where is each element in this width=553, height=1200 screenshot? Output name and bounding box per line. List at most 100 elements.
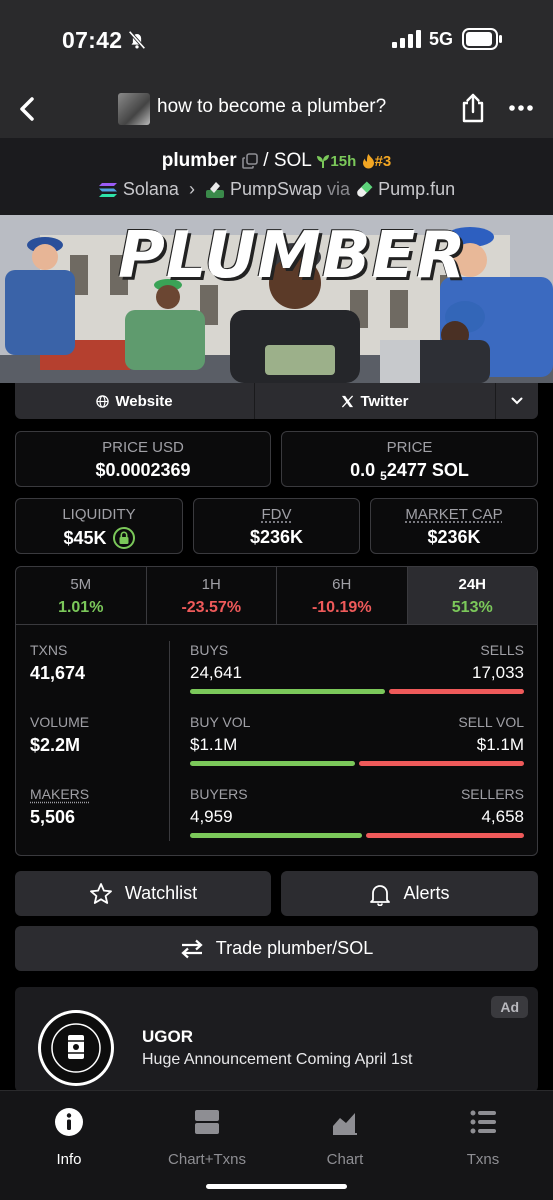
tab-chart-txns[interactable]: Chart+Txns [147, 1107, 267, 1168]
timeframe-change: -10.19% [311, 599, 372, 616]
price-zero-count: 5 [380, 469, 387, 483]
chain-name[interactable]: Solana [123, 179, 179, 199]
buys-label: BUYS [190, 642, 229, 658]
share-icon[interactable] [458, 92, 488, 124]
token-thumbnail [118, 93, 150, 125]
sells-label: SELLS [480, 642, 524, 658]
sellers-value: 4,658 [481, 807, 524, 826]
solana-icon [98, 183, 117, 198]
market-cap-card: MARKET CAP $236K [370, 498, 538, 554]
pair-age: 15h [330, 153, 357, 170]
trending-rank: #3 [374, 153, 392, 170]
trade-label: Trade plumber/SOL [215, 938, 374, 958]
fdv-card: FDV $236K [193, 498, 360, 554]
tab-chart[interactable]: Chart [285, 1107, 405, 1168]
alerts-button[interactable]: Alerts [281, 871, 538, 916]
stats-divider [169, 641, 170, 841]
market-cap-label[interactable]: MARKET CAP [371, 506, 537, 523]
chevron-left-icon [20, 97, 34, 121]
back-button[interactable] [12, 92, 42, 126]
launchpad-name[interactable]: Pump.fun [378, 179, 455, 199]
volume-stat: VOLUME $2.2M [30, 714, 160, 756]
fdv-label[interactable]: FDV [194, 506, 359, 523]
tab-24h[interactable]: 24H 513% [407, 567, 537, 624]
tab-label: Info [56, 1151, 82, 1168]
price-native-value: 0.0 52477 SOL [282, 460, 537, 483]
watchlist-button[interactable]: Watchlist [15, 871, 271, 916]
tab-info[interactable]: Info [9, 1107, 129, 1168]
home-indicator[interactable] [206, 1184, 347, 1189]
buy-vol-value: $1.1M [190, 735, 238, 754]
source-line: Solana › PumpSwap via Pump.fun [0, 179, 553, 200]
globe-icon [96, 394, 110, 408]
copy-icon[interactable] [242, 153, 258, 169]
twitter-label: Twitter [360, 392, 409, 410]
dex-name[interactable]: PumpSwap [230, 179, 322, 199]
fdv-value: $236K [249, 527, 304, 547]
price-usd-value: $0.0002369 [95, 460, 191, 480]
nav-title: how to become a plumber? [157, 96, 387, 117]
tab-5m[interactable]: 5M 1.01% [16, 567, 147, 624]
website-button[interactable]: Website [15, 383, 255, 419]
liquidity-value: $45K [63, 528, 107, 548]
twitter-button[interactable]: Twitter [255, 383, 496, 419]
ugor-logo [38, 1010, 114, 1086]
flame-icon [362, 153, 374, 169]
signal-icon [392, 30, 421, 48]
ad-card[interactable]: UGOR Huge Announcement Coming April 1st … [15, 987, 538, 1092]
tab-label: Txns [466, 1151, 500, 1168]
info-icon [55, 1108, 83, 1136]
bell-slash-icon [128, 30, 146, 50]
makers-stat: MAKERS 5,506 [30, 786, 160, 828]
star-icon [89, 882, 112, 904]
price-prefix: 0.0 [350, 460, 376, 480]
status-time: 07:42 [62, 27, 123, 53]
price-usd-card: PRICE USD $0.0002369 [15, 431, 271, 487]
tab-1h[interactable]: 1H -23.57% [147, 567, 277, 624]
buyers-sellers-bar [190, 833, 524, 838]
makers-label[interactable]: MAKERS [30, 786, 160, 802]
timeframe-change: 1.01% [58, 599, 104, 616]
x-logo-icon [342, 394, 354, 408]
volume-value: $2.2M [30, 735, 81, 755]
token-header: plumber / SOL 15h #3 Solana › PumpSwap v… [0, 138, 553, 215]
more-links-button[interactable] [496, 383, 538, 419]
ad-description: Huge Announcement Coming April 1st [142, 1051, 413, 1068]
trade-button[interactable]: Trade plumber/SOL [15, 926, 538, 971]
timeframe-label: 6H [332, 576, 352, 593]
watchlist-label: Watchlist [124, 883, 198, 903]
sell-vol-value: $1.1M [476, 735, 524, 754]
tab-6h[interactable]: 6H -10.19% [277, 567, 408, 624]
pair-line: plumber / SOL 15h #3 [0, 150, 553, 172]
buyers-sellers-stat: BUYERS SELLERS 4,959 4,658 [190, 786, 524, 838]
sellers-label: SELLERS [460, 786, 524, 802]
alerts-label: Alerts [403, 883, 450, 903]
tab-label: Chart [326, 1151, 364, 1168]
pumpswap-icon [205, 182, 224, 199]
timeframe-tabs: 5M 1.01% 1H -23.57% 6H -10.19% 24H 513% [16, 567, 537, 625]
pill-icon [357, 181, 373, 198]
banner-title: PLUMBER [118, 219, 467, 293]
lock-icon[interactable] [112, 527, 135, 549]
ad-title: UGOR [142, 1027, 193, 1046]
swap-arrows-icon [181, 939, 203, 958]
status-bar: 07:42 5G [0, 0, 553, 80]
tab-label: Chart+Txns [168, 1151, 246, 1168]
website-label: Website [115, 392, 173, 410]
pair-separator: / [263, 150, 269, 171]
chevron-right-icon: › [183, 179, 200, 199]
token-banner-image: PLUMBER [0, 215, 553, 383]
liquidity-label: LIQUIDITY [62, 506, 136, 523]
more-icon[interactable] [507, 94, 535, 122]
price-suffix: 2477 SOL [386, 460, 469, 480]
battery-icon [462, 28, 502, 50]
buyers-label: BUYERS [190, 786, 248, 802]
seedling-icon [317, 154, 330, 168]
timeframe-label: 5M [70, 576, 92, 593]
tab-txns[interactable]: Txns [423, 1107, 543, 1168]
timeframe-label: 1H [201, 576, 221, 593]
stats-panel: 5M 1.01% 1H -23.57% 6H -10.19% 24H 513% … [15, 566, 538, 856]
price-usd-label: PRICE USD [102, 439, 184, 456]
links-row: Website Twitter [15, 383, 538, 419]
makers-value: 5,506 [30, 807, 76, 827]
